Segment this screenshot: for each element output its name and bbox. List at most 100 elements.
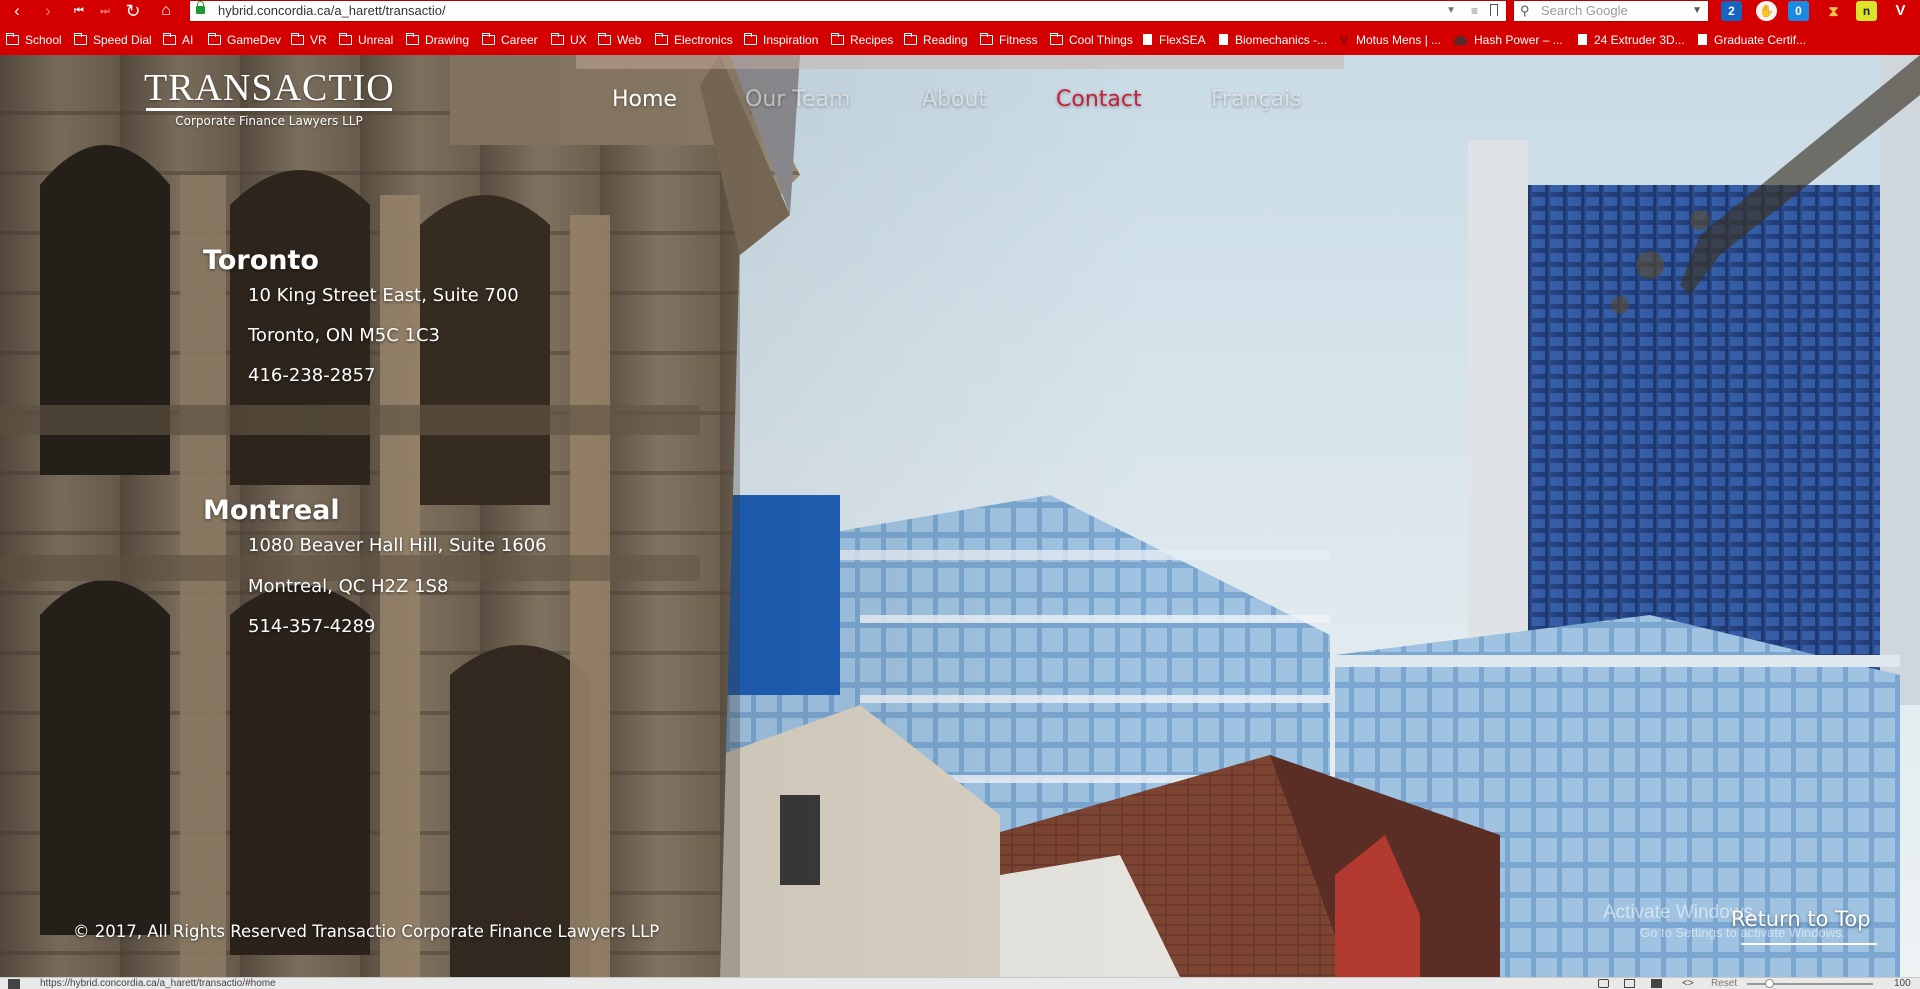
office-phone[interactable]: 416-238-2857	[248, 365, 376, 386]
office-phone[interactable]: 514-357-4289	[248, 616, 376, 637]
address-bar[interactable]: hybrid.concordia.ca/a_harett/transactio/…	[189, 0, 1507, 22]
image-icon[interactable]	[1651, 979, 1662, 988]
folder-icon	[980, 33, 993, 45]
logo-title: TRANSACTIO	[144, 67, 395, 109]
page-icon	[1698, 34, 1707, 45]
search-engine-dropdown-icon[interactable]: ▼	[1692, 1, 1702, 21]
bookmark-folder-gamedev[interactable]: GameDev	[208, 30, 281, 51]
skype-extension-icon[interactable]: 2	[1721, 1, 1742, 21]
bookmark-24-extruder[interactable]: 24 Extruder 3D...	[1578, 30, 1685, 51]
nav-our-team[interactable]: Our Team	[745, 85, 850, 115]
folder-icon	[655, 33, 668, 45]
folder-icon	[744, 33, 757, 45]
bookmark-icon[interactable]	[1490, 4, 1498, 16]
zoom-reset-button[interactable]: Reset	[1711, 978, 1737, 989]
status-bar: https://hybrid.concordia.ca/a_harett/tra…	[0, 977, 1920, 989]
folder-icon	[406, 33, 419, 45]
search-input[interactable]: Search Google	[1541, 1, 1628, 21]
folder-icon	[831, 33, 844, 45]
search-icon: ⚲	[1520, 3, 1530, 18]
tile-icon[interactable]	[1624, 979, 1635, 988]
bookmark-motus-mens[interactable]: V Motus Mens | ...	[1340, 30, 1441, 51]
folder-icon	[291, 33, 304, 45]
folder-icon	[6, 33, 19, 45]
return-to-top-underline	[1741, 943, 1877, 945]
rewind-icon[interactable]: ⏮	[68, 0, 90, 22]
home-icon[interactable]: ⌂	[155, 0, 177, 22]
bookmark-folder-career[interactable]: Career	[482, 30, 538, 51]
hash-power-favicon-icon	[1454, 36, 1467, 45]
folder-icon	[208, 33, 221, 45]
bookmark-folder-electronics[interactable]: Electronics	[655, 30, 733, 51]
bookmarks-bar: School Speed Dial AI GameDev VR Unreal D…	[0, 30, 1920, 77]
bookmark-folder-vr[interactable]: VR	[291, 30, 327, 51]
page-icon	[1143, 34, 1152, 45]
bookmark-folder-ai[interactable]: AI	[163, 30, 193, 51]
folder-icon	[1050, 33, 1063, 45]
return-to-top-link[interactable]: Return to Top	[1731, 907, 1871, 931]
panel-toggle-icon[interactable]	[8, 979, 20, 989]
lock-icon	[196, 1, 205, 14]
site-logo[interactable]: TRANSACTIO Corporate Finance Lawyers LLP	[144, 68, 394, 129]
bookmark-flexsea[interactable]: FlexSEA	[1143, 30, 1206, 51]
nav-home[interactable]: Home	[612, 85, 677, 115]
logo-subtitle: Corporate Finance Lawyers LLP	[175, 114, 363, 128]
bookmark-folder-ux[interactable]: UX	[551, 30, 587, 51]
office-city-montreal: Montreal	[203, 495, 340, 526]
fast-forward-icon[interactable]: ⏭	[94, 0, 116, 22]
bookmark-biomechanics[interactable]: Biomechanics -...	[1219, 30, 1327, 51]
bookmark-folder-unreal[interactable]: Unreal	[339, 30, 393, 51]
page-icon	[1219, 34, 1228, 45]
folder-icon	[598, 33, 611, 45]
office-street: 1080 Beaver Hall Hill, Suite 1606	[248, 535, 547, 556]
notifications-extension-icon[interactable]: 0	[1788, 1, 1809, 21]
reload-icon[interactable]: ↻	[122, 0, 144, 22]
page-icon	[1578, 34, 1587, 45]
bookmark-folder-fitness[interactable]: Fitness	[980, 30, 1038, 51]
bookmark-folder-reading[interactable]: Reading	[904, 30, 968, 51]
back-icon[interactable]: ‹	[6, 0, 28, 22]
nav-francais[interactable]: Français	[1211, 85, 1302, 115]
reader-view-icon[interactable]: ≡	[1471, 1, 1478, 21]
vivaldi-menu-icon[interactable]: V	[1890, 1, 1911, 21]
forward-icon[interactable]: ›	[37, 0, 59, 22]
folder-icon	[339, 33, 352, 45]
code-icon[interactable]: <>	[1682, 978, 1694, 989]
office-city-line: Toronto, ON M5C 1C3	[248, 325, 440, 346]
bookmark-folder-recipes[interactable]: Recipes	[831, 30, 893, 51]
web-page: TRANSACTIO Corporate Finance Lawyers LLP…	[0, 55, 1920, 977]
folder-icon	[904, 33, 917, 45]
header-strip	[576, 55, 1344, 69]
status-url: https://hybrid.concordia.ca/a_harett/tra…	[40, 978, 276, 989]
footer-copyright: © 2017, All Rights Reserved Transactio C…	[73, 922, 660, 941]
bookmark-folder-school[interactable]: School	[6, 30, 62, 51]
bookmark-folder-drawing[interactable]: Drawing	[406, 30, 469, 51]
office-city-line: Montreal, QC H2Z 1S8	[248, 576, 449, 597]
n-extension-icon[interactable]: n	[1856, 1, 1877, 21]
camera-icon[interactable]	[1598, 979, 1609, 988]
hourglass-extension-icon[interactable]: ⧗	[1823, 1, 1844, 21]
bookmark-hash-power[interactable]: Hash Power – ...	[1454, 30, 1563, 51]
folder-icon	[163, 33, 176, 45]
zoom-slider-handle[interactable]	[1765, 979, 1774, 988]
nav-about[interactable]: About	[922, 85, 987, 115]
bookmark-graduate-certif[interactable]: Graduate Certif...	[1698, 30, 1806, 51]
bookmark-folder-web[interactable]: Web	[598, 30, 641, 51]
bookmark-folder-cool-things[interactable]: Cool Things	[1050, 30, 1133, 51]
bookmark-folder-inspiration[interactable]: Inspiration	[744, 30, 818, 51]
navigation-bar: ‹ › ⏮ ⏭ ↻ ⌂ hybrid.concordia.ca/a_harett…	[0, 0, 1920, 22]
chevron-down-icon[interactable]: ▼	[1446, 1, 1456, 21]
zoom-level: 100 %	[1894, 978, 1911, 989]
nav-contact[interactable]: Contact	[1056, 85, 1142, 115]
folder-icon	[482, 33, 495, 45]
folder-icon	[551, 33, 564, 45]
office-city-toronto: Toronto	[203, 245, 319, 276]
search-box[interactable]: ⚲ Search Google ▼	[1513, 0, 1709, 22]
adblock-extension-icon[interactable]: ✋	[1756, 1, 1777, 21]
folder-icon	[74, 33, 87, 45]
browser-chrome: ‹ › ⏮ ⏭ ↻ ⌂ hybrid.concordia.ca/a_harett…	[0, 0, 1920, 77]
motus-favicon-icon: V	[1340, 33, 1349, 47]
bookmark-folder-speed-dial[interactable]: Speed Dial	[74, 30, 152, 51]
address-bar-url[interactable]: hybrid.concordia.ca/a_harett/transactio/	[218, 1, 446, 21]
office-street: 10 King Street East, Suite 700	[248, 285, 519, 306]
